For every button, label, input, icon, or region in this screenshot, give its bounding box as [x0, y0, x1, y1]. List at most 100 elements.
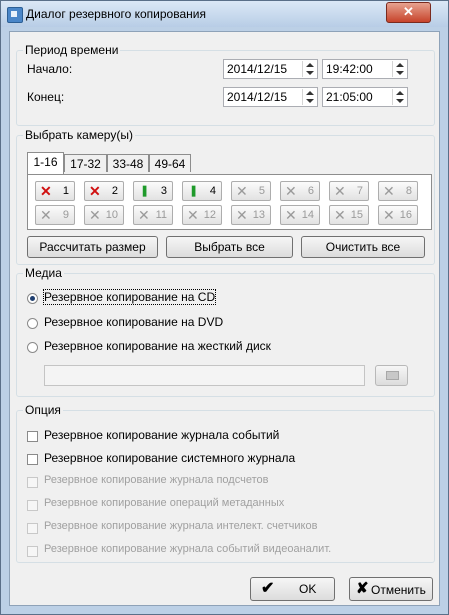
camera-cross-icon: ✕ — [89, 207, 101, 223]
option-video-analytics-label: Резервное копирование журнала событий ви… — [44, 543, 332, 555]
option-event-log-checkbox[interactable] — [27, 431, 38, 442]
camera-cross-icon: ✕ — [334, 183, 346, 199]
title-bar[interactable]: Диалог резервного копирования ✕ — [1, 1, 448, 27]
camera-number: 5 — [258, 185, 265, 197]
camera-number: 14 — [301, 209, 314, 221]
camera-number: 1 — [62, 185, 69, 197]
camera-select-title: Выбрать камеру(ы) — [23, 128, 135, 142]
camera-button-13[interactable]: ✕ 13 — [231, 205, 271, 225]
end-time-field[interactable]: 21:05:00 — [322, 87, 408, 107]
camera-cross-icon: ✕ — [40, 207, 52, 223]
camera-cross-icon: ✕ — [334, 207, 346, 223]
cancel-button[interactable]: ✘ Отменить — [349, 577, 433, 601]
camera-number: 15 — [350, 209, 363, 221]
camera-number: 3 — [160, 185, 167, 197]
media-hdd-label[interactable]: Резервное копирование на жесткий диск — [44, 339, 271, 353]
camera-cross-icon: ✕ — [40, 183, 52, 199]
media-dvd-radio[interactable] — [27, 318, 38, 329]
camera-button-1[interactable]: ✕ 1 — [35, 181, 75, 201]
start-time-spinner[interactable] — [392, 61, 406, 77]
media-path-field[interactable] — [44, 365, 365, 386]
option-count-log-checkbox — [27, 477, 38, 488]
camera-button-7[interactable]: ✕ 7 — [329, 181, 369, 201]
camera-cross-icon: ✕ — [187, 207, 199, 223]
camera-button-16[interactable]: ✕ 16 — [378, 205, 418, 225]
camera-button-8[interactable]: ✕ 8 — [378, 181, 418, 201]
window-title: Диалог резервного копирования — [26, 7, 206, 21]
camera-button-14[interactable]: ✕ 14 — [280, 205, 320, 225]
dialog-client-area: Период времени Начало: 2014/12/15 19:42:… — [9, 31, 440, 606]
start-time-field[interactable]: 19:42:00 — [322, 59, 408, 79]
options-group: Опция Резервное копирование журнала собы… — [16, 403, 435, 563]
close-button[interactable]: ✕ — [386, 2, 431, 23]
camera-button-15[interactable]: ✕ 15 — [329, 205, 369, 225]
camera-number: 6 — [307, 185, 314, 197]
start-label: Начало: — [27, 62, 73, 76]
clear-all-button[interactable]: Очистить все — [301, 236, 425, 258]
media-cd-radio[interactable] — [27, 293, 38, 304]
camera-cross-icon: ✕ — [138, 207, 150, 223]
tab-49-64[interactable]: 49-64 — [149, 154, 191, 172]
camera-button-4[interactable]: ❚ 4 — [182, 181, 222, 201]
select-all-button[interactable]: Выбрать все — [166, 236, 293, 258]
options-title: Опция — [23, 403, 63, 417]
tab-33-48[interactable]: 33-48 — [107, 154, 149, 172]
media-dvd-label[interactable]: Резервное копирование на DVD — [44, 315, 223, 329]
option-system-log-label[interactable]: Резервное копирование системного журнала — [44, 451, 295, 465]
option-smart-counter-checkbox — [27, 523, 38, 534]
tab-1-16[interactable]: 1-16 — [27, 152, 64, 174]
camera-button-3[interactable]: ❚ 3 — [133, 181, 173, 201]
end-date-field[interactable]: 2014/12/15 — [223, 87, 318, 107]
start-date-field[interactable]: 2014/12/15 — [223, 59, 318, 79]
start-date-value: 2014/12/15 — [227, 62, 288, 76]
camera-number: 2 — [111, 185, 118, 197]
folder-icon — [386, 371, 399, 380]
camera-cross-icon: ✕ — [383, 207, 395, 223]
camera-cross-icon: ✕ — [383, 183, 395, 199]
camera-number: 9 — [62, 209, 69, 221]
camera-number: 7 — [356, 185, 363, 197]
cancel-label: Отменить — [371, 583, 426, 597]
option-smart-counter-label: Резервное копирование журнала интелект. … — [44, 520, 318, 532]
camera-button-9[interactable]: ✕ 9 — [35, 205, 75, 225]
camera-number: 11 — [155, 209, 167, 221]
media-title: Медиа — [23, 266, 64, 280]
end-date-value: 2014/12/15 — [227, 90, 288, 104]
camera-button-5[interactable]: ✕ 5 — [231, 181, 271, 201]
camera-cross-icon: ✕ — [236, 183, 248, 199]
browse-folder-button[interactable] — [375, 365, 408, 386]
end-date-spinner[interactable] — [302, 89, 316, 105]
ok-button[interactable]: ✔ OK — [250, 577, 335, 601]
camera-button-10[interactable]: ✕ 10 — [84, 205, 124, 225]
media-group: Медиа Резервное копирование на CD Резерв… — [16, 266, 435, 397]
camera-cross-icon: ✕ — [89, 183, 101, 199]
camera-button-6[interactable]: ✕ 6 — [280, 181, 320, 201]
camera-button-11[interactable]: ✕ 11 — [133, 205, 173, 225]
camera-select-group: Выбрать камеру(ы) 1-16 17-32 33-48 49-64… — [16, 128, 435, 265]
tab-17-32[interactable]: 17-32 — [64, 154, 107, 172]
camera-cross-icon: ✕ — [285, 207, 297, 223]
option-system-log-checkbox[interactable] — [27, 454, 38, 465]
cross-icon: ✘ — [356, 580, 369, 597]
start-time-value: 19:42:00 — [326, 62, 373, 76]
end-time-spinner[interactable] — [392, 89, 406, 105]
camera-cross-icon: ✕ — [236, 207, 248, 223]
media-cd-label[interactable]: Резервное копирование на CD — [42, 289, 217, 305]
end-label: Конец: — [27, 90, 65, 104]
end-time-value: 21:05:00 — [326, 90, 373, 104]
option-count-log-label: Резервное копирование журнала подсчетов — [44, 474, 269, 486]
camera-number: 12 — [203, 209, 216, 221]
camera-on-icon: ❚ — [189, 185, 199, 197]
backup-dialog-window: Диалог резервного копирования ✕ Период в… — [0, 0, 449, 615]
start-date-spinner[interactable] — [302, 61, 316, 77]
ok-label: OK — [299, 582, 317, 596]
option-event-log-label[interactable]: Резервное копирование журнала событий — [44, 428, 279, 442]
camera-on-icon: ❚ — [140, 185, 150, 197]
camera-button-2[interactable]: ✕ 2 — [84, 181, 124, 201]
camera-cross-icon: ✕ — [285, 183, 297, 199]
calculate-size-button[interactable]: Рассчитать размер — [27, 236, 158, 258]
camera-number: 10 — [105, 209, 118, 221]
camera-button-12[interactable]: ✕ 12 — [182, 205, 222, 225]
media-hdd-radio[interactable] — [27, 342, 38, 353]
camera-tab-panel: ✕ 1 ✕ 2 ❚ 3 ❚ 4 ✕ 5 ✕ 6 ✕ 7 ✕ 8 ✕ 9 ✕ 10 ✕ 11 ✕ 12 ✕ 13 ✕ 14 ✕ 15 ✕ 16 — [27, 174, 432, 230]
